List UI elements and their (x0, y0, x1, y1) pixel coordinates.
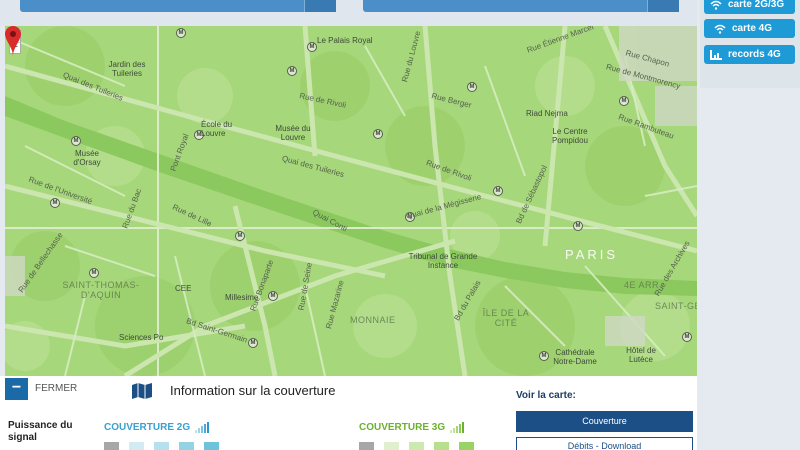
metro-icon: M (493, 186, 503, 196)
metro-icon: M (307, 42, 317, 52)
coverage-map[interactable]: M M M M M M M M M M M M M M M M M M Le P… (5, 26, 697, 376)
map-label: Cathédrale Notre-Dame (553, 348, 597, 366)
district-label: SAINT-GERVAIS (655, 301, 697, 311)
metro-icon: M (268, 291, 278, 301)
close-label[interactable]: FERMER (35, 383, 77, 394)
map-label: Riad Nejma (526, 109, 568, 118)
network-select[interactable] (363, 0, 679, 12)
metro-icon: M (619, 96, 629, 106)
map-label: Jardin des Tuileries (108, 60, 146, 78)
wifi-icon (710, 0, 722, 10)
bar-chart-icon (710, 49, 722, 60)
coverage-2g-header: COUVERTURE 2G (104, 422, 210, 433)
coverage-info-panel: − FERMER Information sur la couverture P… (0, 376, 697, 450)
district-label: SAINT-THOMAS-D'AQUIN (62, 280, 140, 300)
legend-2g-swatches (104, 442, 219, 450)
map-label: CEE (175, 284, 192, 293)
metro-icon: M (89, 268, 99, 278)
wifi-icon (714, 24, 726, 34)
metro-icon: M (373, 129, 383, 139)
map-label: Le Centre Pompidou (551, 127, 589, 145)
operator-select[interactable] (20, 0, 336, 12)
seine-river (5, 96, 697, 296)
metro-icon: M (235, 231, 245, 241)
map-2g3g-label: carte 2G/3G (728, 0, 785, 10)
map-label: Musée d'Orsay (73, 149, 101, 167)
coverage-3g-label: COUVERTURE 3G (359, 422, 446, 433)
metro-icon: M (248, 338, 258, 348)
download-speed-button[interactable]: Débits - Download (516, 437, 693, 450)
signal-bars-icon (450, 422, 465, 433)
view-map-label: Voir la carte: (516, 390, 576, 401)
city-label: PARIS (565, 247, 619, 262)
coverage-2g-label: COUVERTURE 2G (104, 422, 191, 433)
metro-icon: M (287, 66, 297, 76)
metro-icon: M (50, 198, 60, 208)
legend-3g-swatches (359, 442, 474, 450)
map-label: Hôtel de Lutèce (626, 346, 656, 364)
map-label: Musée du Louvre (275, 124, 311, 142)
map-label: Sciences Po (119, 333, 164, 342)
district-label: 4E ARR (624, 280, 660, 290)
coverage-view-button[interactable]: Couverture (516, 411, 693, 432)
close-button[interactable]: − (5, 378, 28, 400)
signal-bars-icon (195, 422, 210, 433)
map-4g-label: carte 4G (732, 23, 773, 34)
info-title: Information sur la couverture (170, 383, 336, 398)
signal-title: Puissance du signal (8, 420, 73, 443)
records-4g-label: records 4G (728, 49, 781, 60)
metro-icon: M (71, 136, 81, 146)
metro-icon: M (176, 28, 186, 38)
metro-icon: M (682, 332, 692, 342)
coverage-3g-header: COUVERTURE 3G (359, 422, 465, 433)
map-2g3g-button[interactable]: carte 2G/3G (704, 0, 795, 14)
map-icon (132, 383, 152, 399)
map-label: Millesime (225, 293, 259, 302)
map-label: Tribunal de Grande Instance (408, 252, 478, 270)
top-strip (0, 0, 697, 26)
metro-icon: M (467, 82, 477, 92)
district-label: ÎLE DE LA CITÉ (482, 308, 530, 328)
map-4g-button[interactable]: carte 4G (704, 19, 795, 38)
map-type-panel: carte 2G/3G carte 4G records 4G (700, 0, 800, 88)
map-label: École du Louvre (201, 120, 233, 138)
metro-icon: M (573, 221, 583, 231)
location-pin-icon[interactable] (5, 26, 21, 56)
map-label: Le Palais Royal (317, 36, 373, 45)
records-4g-button[interactable]: records 4G (704, 45, 795, 64)
app-root: M M M M M M M M M M M M M M M M M M Le P… (0, 0, 800, 450)
dropdown-arrow-icon[interactable] (304, 0, 336, 12)
district-label: MONNAIE (350, 315, 396, 325)
dropdown-arrow-icon[interactable] (647, 0, 679, 12)
